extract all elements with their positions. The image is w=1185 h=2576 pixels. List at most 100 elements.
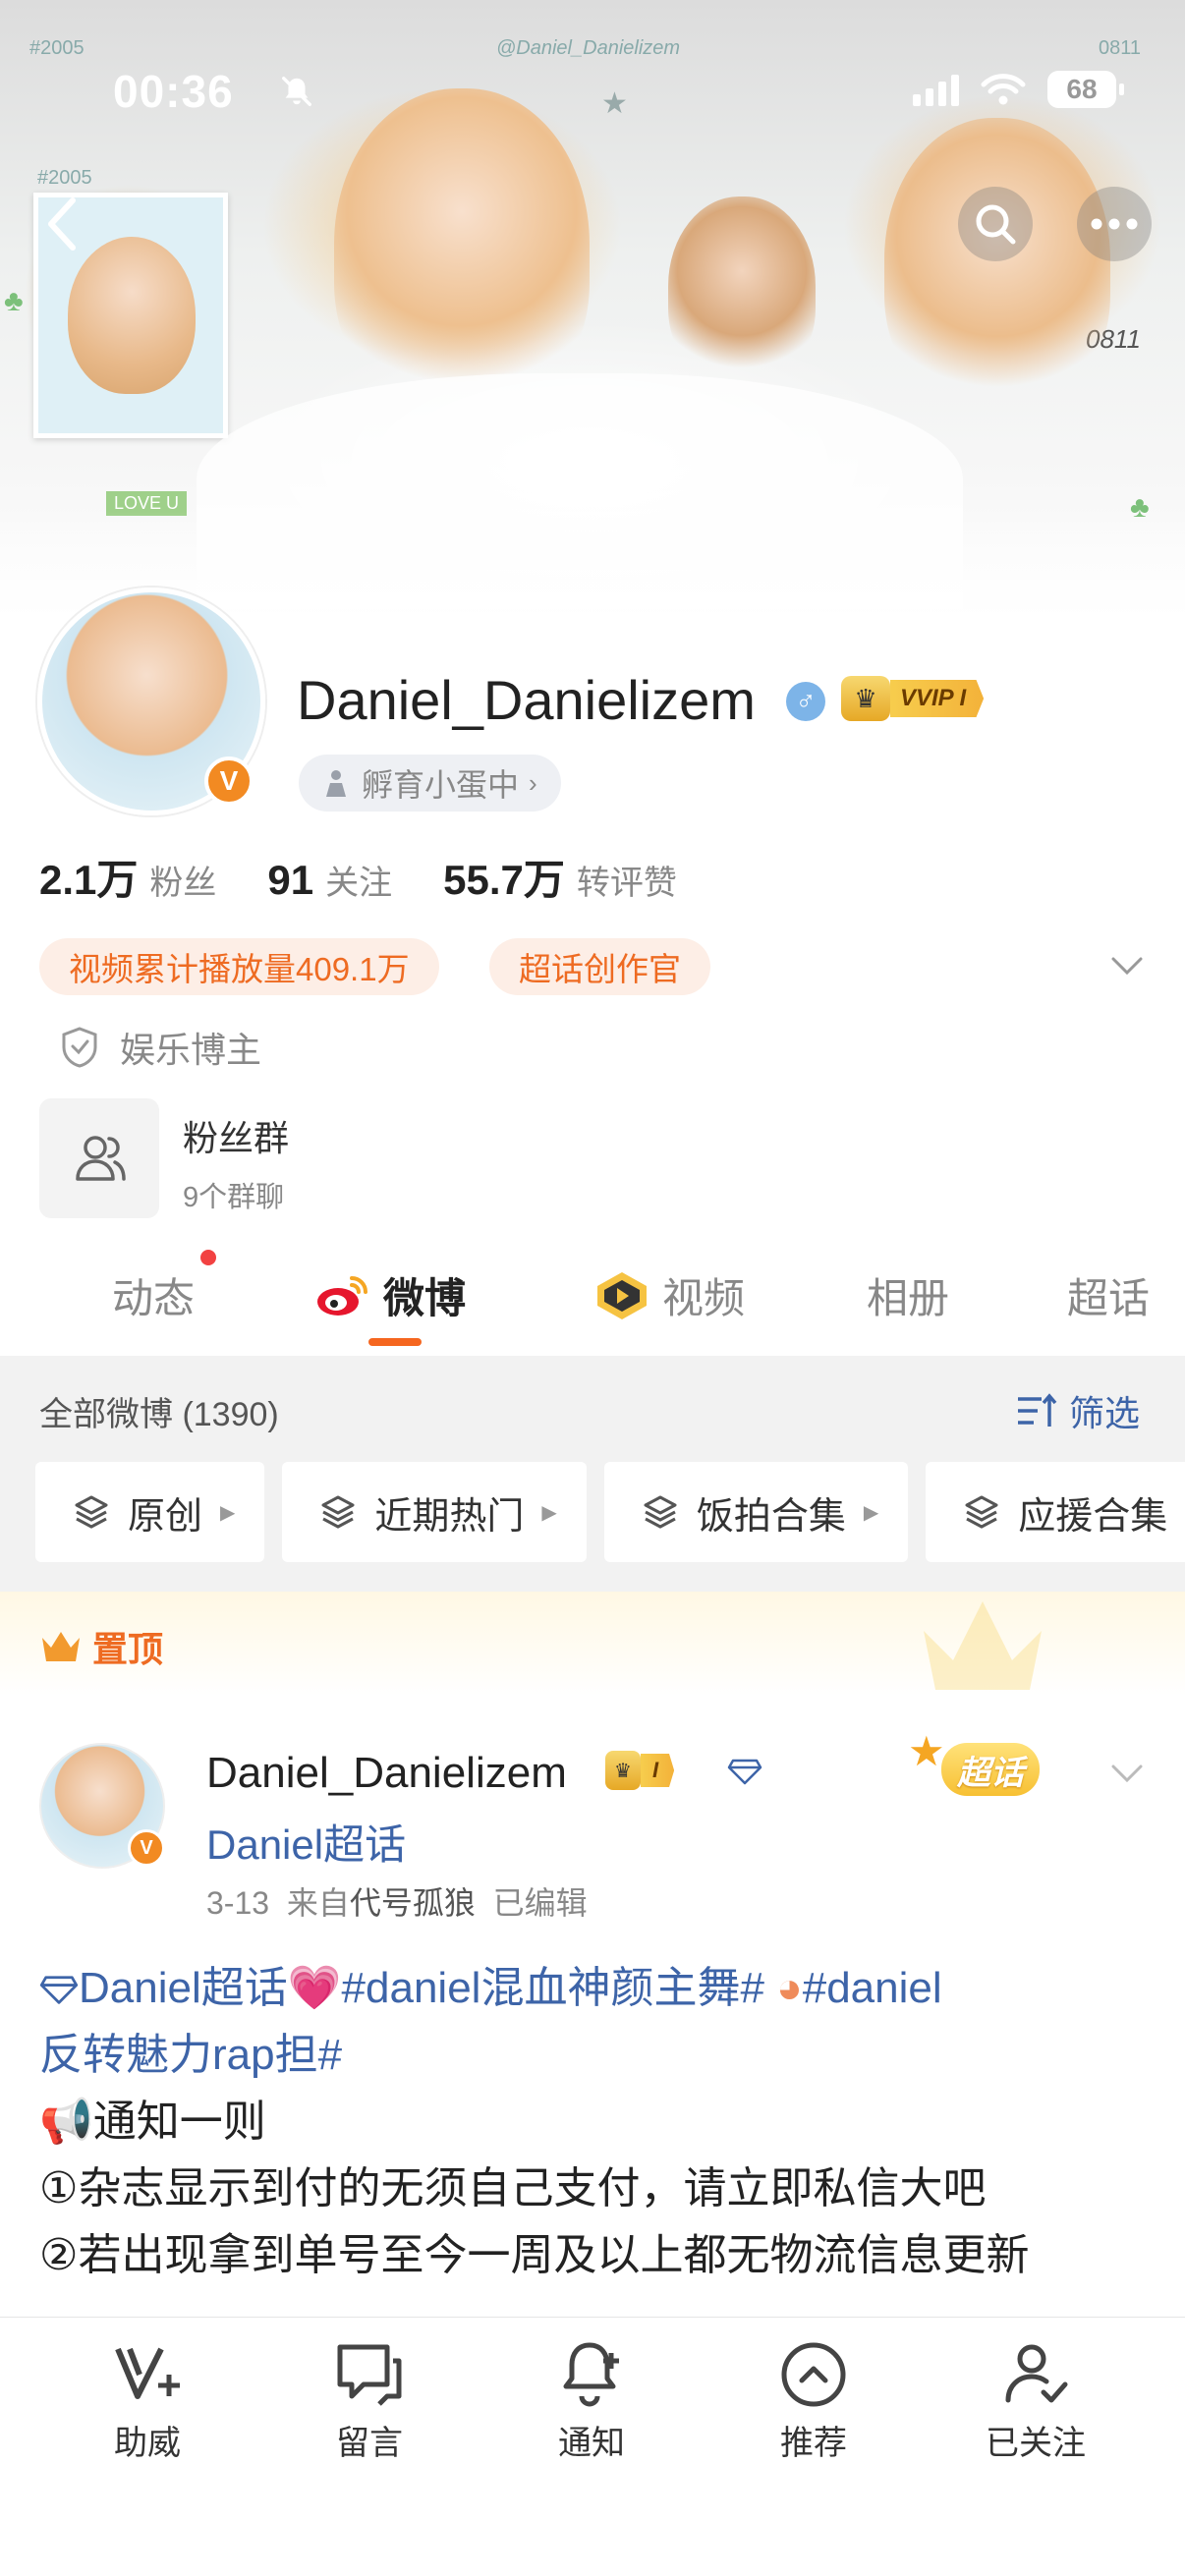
layers-icon bbox=[75, 1495, 108, 1529]
chevron-right-icon: › bbox=[529, 767, 537, 798]
caret-right-icon: ▶ bbox=[863, 1501, 879, 1524]
crown-watermark-icon bbox=[924, 1601, 1042, 1690]
layers-icon bbox=[644, 1495, 677, 1529]
stat-following[interactable]: 91 关注 bbox=[267, 856, 392, 904]
chip-recent-hot[interactable]: 近期热门 ▶ bbox=[282, 1462, 587, 1562]
supertopic-sticker: ★ 超话 bbox=[902, 1727, 1049, 1806]
filter-icon bbox=[1018, 1393, 1057, 1427]
chip-original[interactable]: 原创 ▶ bbox=[35, 1462, 265, 1562]
tab-supertopic[interactable]: 超话 bbox=[1067, 1265, 1150, 1325]
back-icon bbox=[48, 197, 76, 251]
banner-photo-small bbox=[668, 196, 816, 383]
post-menu-chevron-icon[interactable] bbox=[1108, 1759, 1146, 1788]
tab-activity-dot bbox=[200, 1250, 216, 1265]
profile-username: Daniel_Danielizem bbox=[297, 669, 756, 731]
wifi-icon bbox=[981, 74, 1026, 105]
message-button[interactable]: 留言 bbox=[301, 2335, 438, 2464]
recommend-button[interactable]: 推荐 bbox=[745, 2335, 882, 2464]
status-indicators: 68 bbox=[913, 71, 1124, 108]
chip-support[interactable]: 应援合集 bbox=[926, 1462, 1185, 1562]
crown-icon bbox=[42, 1632, 80, 1661]
search-button[interactable] bbox=[958, 187, 1033, 261]
crown-icon: ♛ bbox=[605, 1751, 641, 1790]
chip-fancam[interactable]: 饭拍合集 ▶ bbox=[603, 1462, 909, 1562]
weibo-profile-page: #2005 @Daniel_Danielizem 0811 #2005 LOVE… bbox=[0, 0, 1185, 2576]
post-vip-badge: ♛ I bbox=[605, 1751, 675, 1790]
post-hashtag-2[interactable]: #daniel bbox=[803, 1964, 942, 2012]
verified-v-icon: V bbox=[128, 1829, 165, 1867]
tab-video[interactable]: 视频 bbox=[593, 1265, 745, 1325]
layers-icon bbox=[965, 1495, 998, 1529]
shield-check-icon bbox=[62, 1027, 97, 1068]
hatch-status-button[interactable]: 孵育小蛋中 › bbox=[299, 755, 561, 812]
banner-photo-center bbox=[334, 88, 590, 413]
post-source[interactable]: 代号孤狼 bbox=[350, 1885, 476, 1921]
group-icon bbox=[76, 1136, 126, 1181]
male-icon: ♂ bbox=[786, 682, 825, 721]
banner-watermark-center: @Daniel_Danielizem bbox=[496, 37, 681, 59]
post-meta: 3-13 来自代号孤狼 已编辑 bbox=[206, 1885, 588, 1921]
fan-group-title[interactable]: 粉丝群 bbox=[183, 1110, 289, 1161]
followed-icon bbox=[1005, 2344, 1068, 2403]
emoji-icon: ◕ bbox=[776, 1964, 803, 2012]
recommend-icon bbox=[781, 2342, 846, 2407]
clover-icon: ♣ bbox=[4, 285, 24, 317]
cheer-icon bbox=[115, 2347, 180, 2399]
post-author-name[interactable]: Daniel_Danielizem bbox=[206, 1749, 567, 1798]
video-logo-icon bbox=[597, 1271, 647, 1319]
tab-active-underline bbox=[368, 1338, 422, 1346]
post-hashtag-2-cont[interactable]: 反转魅力rap担# bbox=[39, 2031, 342, 2079]
status-time: 00:36 bbox=[113, 66, 234, 117]
post-tag-supertopic[interactable]: Daniel超话 bbox=[79, 1964, 288, 2012]
more-icon bbox=[1091, 218, 1138, 230]
post-body: Daniel超话💗#daniel混血神颜主舞# ◕#daniel 反转魅力rap… bbox=[39, 1955, 1159, 2289]
weibo-logo-icon bbox=[317, 1275, 367, 1316]
post-line-2: ②若出现拿到单号至今一周及以上都无物流信息更新 bbox=[39, 2231, 1030, 2279]
diamond-icon bbox=[727, 1759, 762, 1785]
megaphone-icon: 📢 bbox=[39, 2098, 93, 2146]
banner-watermark-right: 0811 bbox=[1099, 37, 1142, 59]
message-icon bbox=[337, 2344, 402, 2406]
stat-interactions[interactable]: 55.7万 转评赞 bbox=[443, 847, 677, 907]
tab-weibo[interactable]: 微博 bbox=[314, 1265, 466, 1325]
star-icon: ★ bbox=[908, 1728, 945, 1774]
post-supertopic-link[interactable]: Daniel超话 bbox=[206, 1812, 406, 1872]
expand-chevron-down-icon[interactable] bbox=[1108, 951, 1146, 980]
bell-plus-icon bbox=[563, 2342, 619, 2407]
profile-tabs: 动态 微博 视频 相册 超话 bbox=[0, 1258, 1185, 1356]
star-icon: ★ bbox=[601, 87, 628, 120]
filter-button[interactable]: 筛选 bbox=[1016, 1385, 1140, 1436]
crown-icon: ♛ bbox=[841, 676, 890, 721]
diamond-icon bbox=[39, 1976, 79, 2004]
heart-emoji-icon: 💗 bbox=[287, 1964, 342, 2012]
creator-badge[interactable]: 超话创作官 bbox=[489, 938, 710, 995]
bottom-action-bar: 助威 留言 通知 推荐 已关注 bbox=[0, 2317, 1185, 2576]
notify-button[interactable]: 通知 bbox=[523, 2335, 660, 2464]
post-line-notice: 通知一则 bbox=[92, 2098, 266, 2146]
caret-right-icon: ▶ bbox=[220, 1501, 236, 1524]
video-play-badge[interactable]: 视频累计播放量409.1万 bbox=[39, 938, 439, 995]
followed-button[interactable]: 已关注 bbox=[967, 2335, 1104, 2464]
pinned-label-row: 置顶 bbox=[39, 1621, 163, 1672]
tab-activity[interactable]: 动态 bbox=[112, 1265, 195, 1325]
cheer-button[interactable]: 助威 bbox=[79, 2335, 216, 2464]
layers-icon bbox=[321, 1495, 355, 1529]
vvip-badge[interactable]: ♛ VVIP I bbox=[841, 676, 985, 721]
banner-watermark-left: #2005 bbox=[29, 37, 85, 59]
post-hashtag-1[interactable]: #daniel混血神颜主舞# bbox=[342, 1964, 764, 2012]
feed-count-label: 全部微博 (1390) bbox=[39, 1396, 279, 1433]
hatch-label: 孵育小蛋中 bbox=[362, 767, 520, 803]
caret-right-icon: ▶ bbox=[541, 1501, 557, 1524]
vvip-label: VVIP I bbox=[890, 680, 985, 717]
more-button[interactable] bbox=[1077, 187, 1152, 261]
back-button[interactable] bbox=[26, 187, 100, 261]
fan-group-icon-box[interactable] bbox=[39, 1098, 159, 1218]
stat-followers[interactable]: 2.1万 粉丝 bbox=[39, 847, 216, 907]
battery-indicator: 68 bbox=[1047, 71, 1124, 108]
tab-album[interactable]: 相册 bbox=[867, 1265, 949, 1325]
fan-group-subtitle: 9个群聊 bbox=[183, 1182, 285, 1213]
feed-category-chips: 原创 ▶ 近期热门 ▶ 饭拍合集 ▶ 应援合集 bbox=[35, 1462, 1185, 1562]
banner-photo-right bbox=[884, 118, 1110, 413]
silent-bell-icon bbox=[282, 77, 311, 106]
profile-stats: 2.1万 粉丝 91 关注 55.7万 转评赞 bbox=[39, 847, 677, 907]
